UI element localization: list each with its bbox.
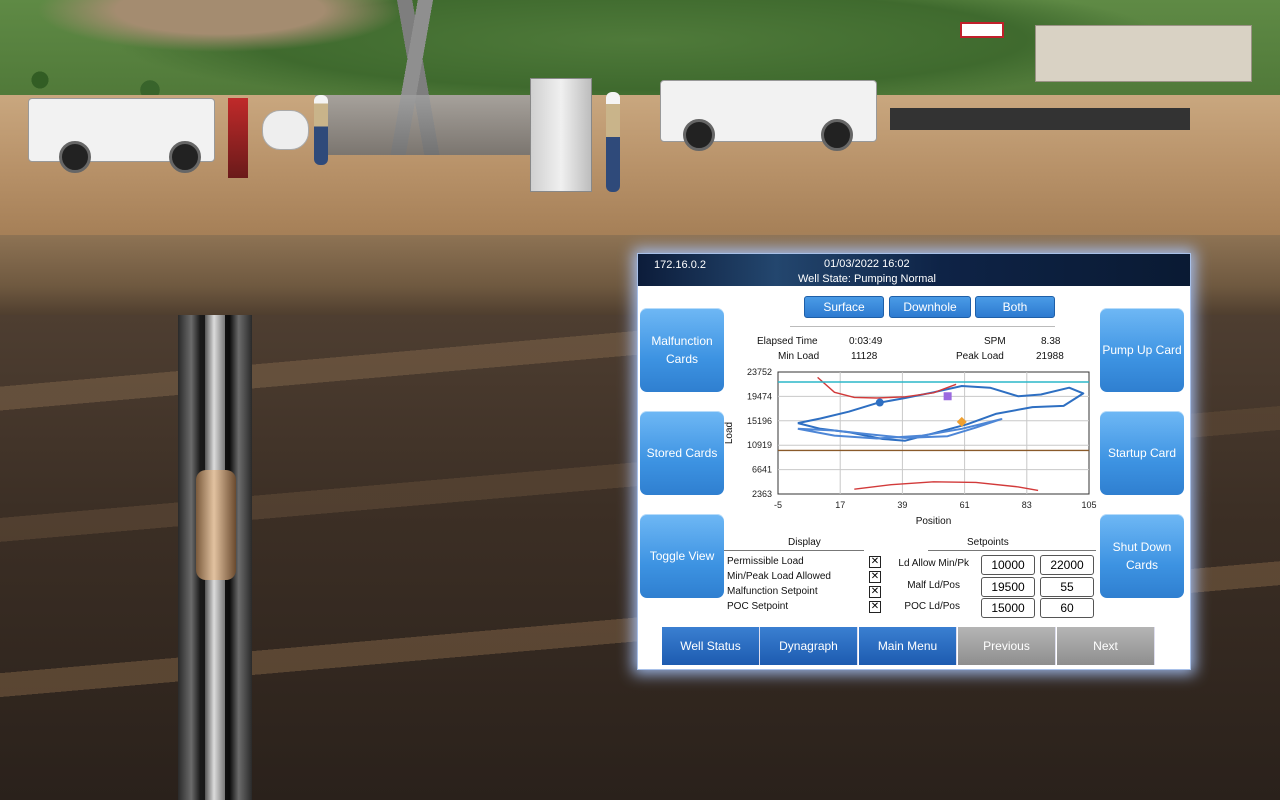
malf-position-input[interactable]: 55 (1040, 577, 1094, 597)
worker (606, 92, 620, 192)
dynagraph-svg: -5 17 39 61 83 105 23752 19474 15196 10919 6641 236… (724, 367, 1097, 527)
controller-cabinet (530, 78, 592, 192)
spm-label: SPM (984, 336, 1006, 347)
worker (314, 95, 328, 165)
both-button[interactable]: Both (975, 296, 1055, 318)
pumpjack-platform (315, 95, 530, 155)
datetime: 01/03/2022 16:02 (824, 258, 910, 270)
flatbed-trailer (890, 108, 1190, 130)
peak-load-value: 21988 (1036, 351, 1064, 362)
company-sign (960, 22, 1004, 38)
stored-cards-button[interactable]: Stored Cards (640, 411, 724, 495)
marker-square (943, 392, 952, 401)
min-load-label: Min Load (778, 351, 820, 362)
main-menu-button[interactable]: Main Menu (859, 627, 957, 665)
y-tick-label: 15196 (747, 416, 772, 426)
well-status-button[interactable]: Well Status (662, 627, 760, 665)
malfunction-cards-button[interactable]: Malfunction Cards (640, 308, 724, 392)
x-tick-label: 61 (960, 500, 970, 510)
y-tick-label: 10919 (747, 440, 772, 450)
x-tick-label: 105 (1081, 500, 1096, 510)
crane-truck (28, 98, 215, 173)
setpoint-label-malf: Malf Ld/Pos (907, 580, 960, 591)
elapsed-time-label: Elapsed Time (757, 336, 818, 347)
toggle-view-button[interactable]: Toggle View (640, 514, 724, 598)
setpoints-underline (928, 550, 1096, 551)
marker-circle (875, 398, 884, 407)
ip-address: 172.16.0.2 (654, 259, 706, 271)
setpoints-title: Setpoints (967, 537, 1009, 548)
ld-allow-min-input[interactable]: 10000 (981, 555, 1035, 575)
wheel (169, 141, 201, 173)
dynagraph-chart: -5 17 39 61 83 105 23752 19474 15196 10919 6641 236… (722, 366, 1102, 534)
x-tick-label: 83 (1022, 500, 1032, 510)
poc-load-input[interactable]: 15000 (981, 598, 1035, 618)
y-tick-label: 23752 (747, 367, 772, 377)
wheel (821, 119, 853, 151)
bottom-nav: Well Status Dynagraph Main Menu Previous… (662, 627, 1155, 665)
well-state: Well State: Pumping Normal (798, 273, 936, 285)
startup-card-button[interactable]: Startup Card (1100, 411, 1184, 495)
permissible-load-checkbox[interactable]: ✕ (869, 556, 881, 568)
display-item-min-peak-load: Min/Peak Load Allowed (727, 571, 831, 582)
downhole-pump (196, 470, 236, 580)
display-item-permissible-load: Permissible Load (727, 556, 804, 567)
divider (790, 326, 1055, 327)
malf-load-input[interactable]: 19500 (981, 577, 1035, 597)
shop-building (1035, 25, 1252, 82)
peak-load-label: Peak Load (956, 351, 1004, 362)
next-button[interactable]: Next (1057, 627, 1155, 665)
wheel (683, 119, 715, 151)
setpoint-label-poc: POC Ld/Pos (904, 601, 960, 612)
y-tick-label: 6641 (752, 465, 772, 475)
spm-value: 8.38 (1041, 336, 1061, 347)
hmi-panel: 172.16.0.2 01/03/2022 16:02 Well State: … (637, 253, 1191, 670)
downhole-button[interactable]: Downhole (889, 296, 971, 318)
x-tick-label: -5 (774, 500, 782, 510)
dynagraph-button[interactable]: Dynagraph (760, 627, 858, 665)
x-tick-label: 17 (835, 500, 845, 510)
elapsed-time-value: 0:03:49 (849, 336, 883, 347)
ld-allow-pk-input[interactable]: 22000 (1040, 555, 1094, 575)
poc-position-input[interactable]: 60 (1040, 598, 1094, 618)
shut-down-cards-button[interactable]: Shut Down Cards (1100, 514, 1184, 598)
y-axis-label: Load (724, 422, 735, 444)
wheel (59, 141, 91, 173)
display-item-poc-setpoint: POC Setpoint (727, 601, 789, 612)
min-load-value: 11128 (851, 351, 878, 362)
status-header: 172.16.0.2 01/03/2022 16:02 Well State: … (638, 254, 1190, 286)
display-item-malfunction-setpoint: Malfunction Setpoint (727, 586, 818, 597)
x-axis-label: Position (916, 516, 952, 527)
wellhead (228, 98, 248, 178)
pump-up-card-button[interactable]: Pump Up Card (1100, 308, 1184, 392)
x-tick-label: 39 (897, 500, 907, 510)
tank (262, 110, 309, 150)
setpoint-label-ld-allow: Ld Allow Min/Pk (898, 558, 969, 569)
y-tick-label: 19474 (747, 391, 772, 401)
previous-button[interactable]: Previous (958, 627, 1056, 665)
display-underline (724, 550, 864, 551)
surface-button[interactable]: Surface (804, 296, 884, 318)
y-tick-label: 2363 (752, 489, 772, 499)
display-title: Display (788, 537, 821, 548)
pickup-truck (660, 80, 877, 151)
